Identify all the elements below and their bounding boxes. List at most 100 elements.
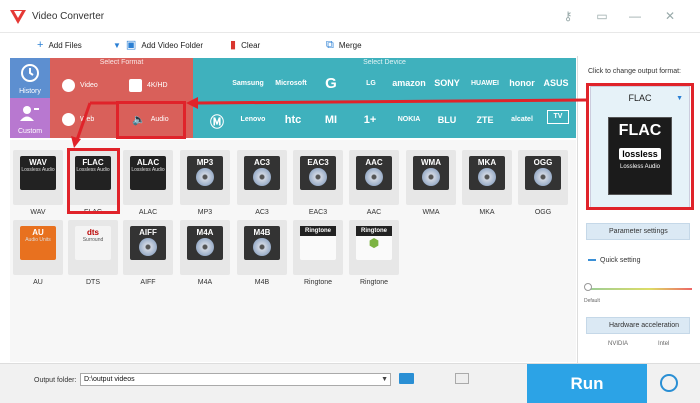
ogg-icon: OGG	[525, 156, 561, 190]
toolbar: + Add Files ▼ ▣ Add Video Folder ▮ Clear…	[0, 34, 577, 56]
annotation-audio-highlight	[116, 101, 186, 139]
annotation-output-highlight	[586, 83, 694, 210]
minimize-icon[interactable]: —	[627, 8, 643, 24]
clear-button[interactable]: ▮ Clear	[230, 38, 260, 52]
wav-icon: WAV Lossless Audio	[20, 156, 56, 190]
format-tile-m4b[interactable]: M4B M4B	[237, 220, 287, 286]
parameter-settings-button[interactable]: Parameter settings	[586, 223, 690, 240]
format-tile-dts[interactable]: dts Surround DTS	[68, 220, 118, 286]
mka-icon: MKA	[469, 156, 505, 190]
format-tile-wma[interactable]: WMA WMA	[406, 150, 456, 216]
video-format-button[interactable]: Video	[62, 70, 98, 100]
select-format-label: Select Format	[99, 59, 144, 66]
format-tile-ac3[interactable]: AC3 AC3	[237, 150, 287, 216]
au-icon: AU Audio Units	[20, 226, 56, 260]
clock-icon	[21, 64, 39, 82]
plus-icon: +	[37, 38, 44, 51]
aac-icon: AAC	[356, 156, 392, 190]
device-zte[interactable]: ZTE	[465, 115, 505, 125]
eac3-icon: EAC3	[300, 156, 336, 190]
aiff-icon: AIFF	[130, 226, 166, 260]
open-folder-icon[interactable]	[455, 373, 469, 384]
dts-icon: dts Surround	[75, 226, 111, 260]
device-htc[interactable]: htc	[273, 114, 313, 126]
format-tile-ringtone-android[interactable]: Ringtone ⬢ Ringtone	[349, 220, 399, 286]
output-folder-field[interactable]: D:\output videos ▼	[80, 373, 391, 386]
device-microsoft[interactable]: Microsoft	[271, 80, 311, 87]
mp3-icon: MP3	[187, 156, 223, 190]
custom-tab[interactable]: Custom	[10, 98, 50, 138]
device-nokia[interactable]: NOKIA	[389, 116, 429, 123]
format-tile-mka[interactable]: MKA MKA	[462, 150, 512, 216]
device-alcatel[interactable]: alcatel	[502, 116, 542, 123]
change-format-hint: Click to change output format:	[588, 68, 681, 75]
folder-plus-icon: ▣	[125, 38, 137, 51]
app-title: Video Converter	[32, 11, 105, 22]
alarm-clock-icon[interactable]	[660, 374, 678, 392]
format-tile-eac3[interactable]: EAC3 EAC3	[293, 150, 343, 216]
bottom-bar: Output folder: D:\output videos ▼ Run	[0, 363, 700, 403]
browse-folder-icon[interactable]	[399, 373, 414, 384]
run-button[interactable]: Run	[527, 364, 647, 403]
format-tile-ringtone-iphone[interactable]: Ringtone Ringtone	[293, 220, 343, 286]
web-icon	[62, 112, 75, 126]
quality-slider-handle[interactable]	[584, 283, 592, 291]
device-tv[interactable]: TV	[547, 110, 569, 124]
web-format-button[interactable]: Web	[62, 104, 94, 134]
cart-icon[interactable]: ▭	[594, 8, 610, 24]
motorola-icon[interactable]: Ⓜ	[197, 112, 237, 132]
dropdown-triangle-icon: ▼	[113, 40, 121, 50]
device-sony[interactable]: SONY	[427, 78, 467, 88]
format-tile-aac[interactable]: AAC AAC	[349, 150, 399, 216]
merge-icon: ⧉	[326, 38, 334, 51]
device-huawei[interactable]: HUAWEI	[465, 80, 505, 87]
select-device-label: Select Device	[363, 59, 406, 66]
app-logo-icon	[10, 10, 26, 24]
format-tile-au[interactable]: AU Audio Units AU	[13, 220, 63, 286]
add-video-folder-button[interactable]: ▼ ▣ Add Video Folder	[113, 38, 203, 52]
format-tile-aiff[interactable]: AIFF AIFF	[123, 220, 173, 286]
format-tile-ogg[interactable]: OGG OGG	[518, 150, 568, 216]
close-icon[interactable]: ✕	[662, 8, 678, 24]
title-bar: Video Converter ⚷ ▭ — ✕	[0, 0, 700, 33]
hardware-acceleration-button[interactable]: Hardware acceleration	[586, 317, 690, 334]
output-folder-label: Output folder:	[34, 377, 77, 384]
quick-setting-label: Quick setting	[600, 257, 641, 264]
nvidia-badge: NVIDIA	[608, 341, 629, 347]
m4a-icon: M4A	[187, 226, 223, 260]
ac3-icon: AC3	[244, 156, 280, 190]
ringtone-android-icon: Ringtone ⬢	[356, 226, 392, 260]
format-tile-m4a[interactable]: M4A M4A	[180, 220, 230, 286]
quick-setting-icon	[588, 259, 596, 261]
history-tab[interactable]: History	[10, 58, 50, 98]
device-lenovo[interactable]: Lenovo	[233, 116, 273, 123]
format-selection-panel: History Custom Select Format Video 4K/HD…	[10, 58, 576, 138]
m4b-icon: M4B	[244, 226, 280, 260]
ringtone-apple-icon: Ringtone	[300, 226, 336, 260]
format-tile-mp3[interactable]: MP3 MP3	[180, 150, 230, 216]
wma-icon: WMA	[413, 156, 449, 190]
chevron-down-icon[interactable]: ▼	[381, 374, 388, 385]
device-samsung[interactable]: Samsung	[228, 80, 268, 87]
merge-button[interactable]: ⧉ Merge	[326, 38, 362, 52]
format-tile-wav[interactable]: WAV Lossless Audio WAV	[13, 150, 63, 216]
quality-slider[interactable]	[586, 288, 692, 290]
device-lg[interactable]: LG	[351, 80, 391, 87]
device-xiaomi[interactable]: MI	[311, 114, 351, 126]
default-label: Default	[584, 298, 600, 304]
annotation-flac-highlight	[67, 148, 120, 214]
device-oneplus[interactable]: 1+	[350, 114, 390, 126]
add-files-button[interactable]: + Add Files	[37, 38, 82, 52]
device-asus[interactable]: ASUS	[536, 78, 576, 88]
select-device-section: Select Device Samsung Microsoft G LG ama…	[193, 58, 576, 138]
device-google[interactable]: G	[311, 75, 351, 92]
device-blu[interactable]: BLU	[427, 115, 467, 125]
trash-icon: ▮	[230, 38, 237, 51]
device-amazon[interactable]: amazon	[389, 78, 429, 88]
format-tile-alac[interactable]: ALAC Lossless Audio ALAC	[123, 150, 173, 216]
intel-badge: Intel	[658, 341, 670, 347]
alac-icon: ALAC Lossless Audio	[130, 156, 166, 190]
hd-format-button[interactable]: 4K/HD	[129, 70, 168, 100]
play-icon	[62, 78, 75, 92]
key-icon[interactable]: ⚷	[560, 8, 576, 24]
